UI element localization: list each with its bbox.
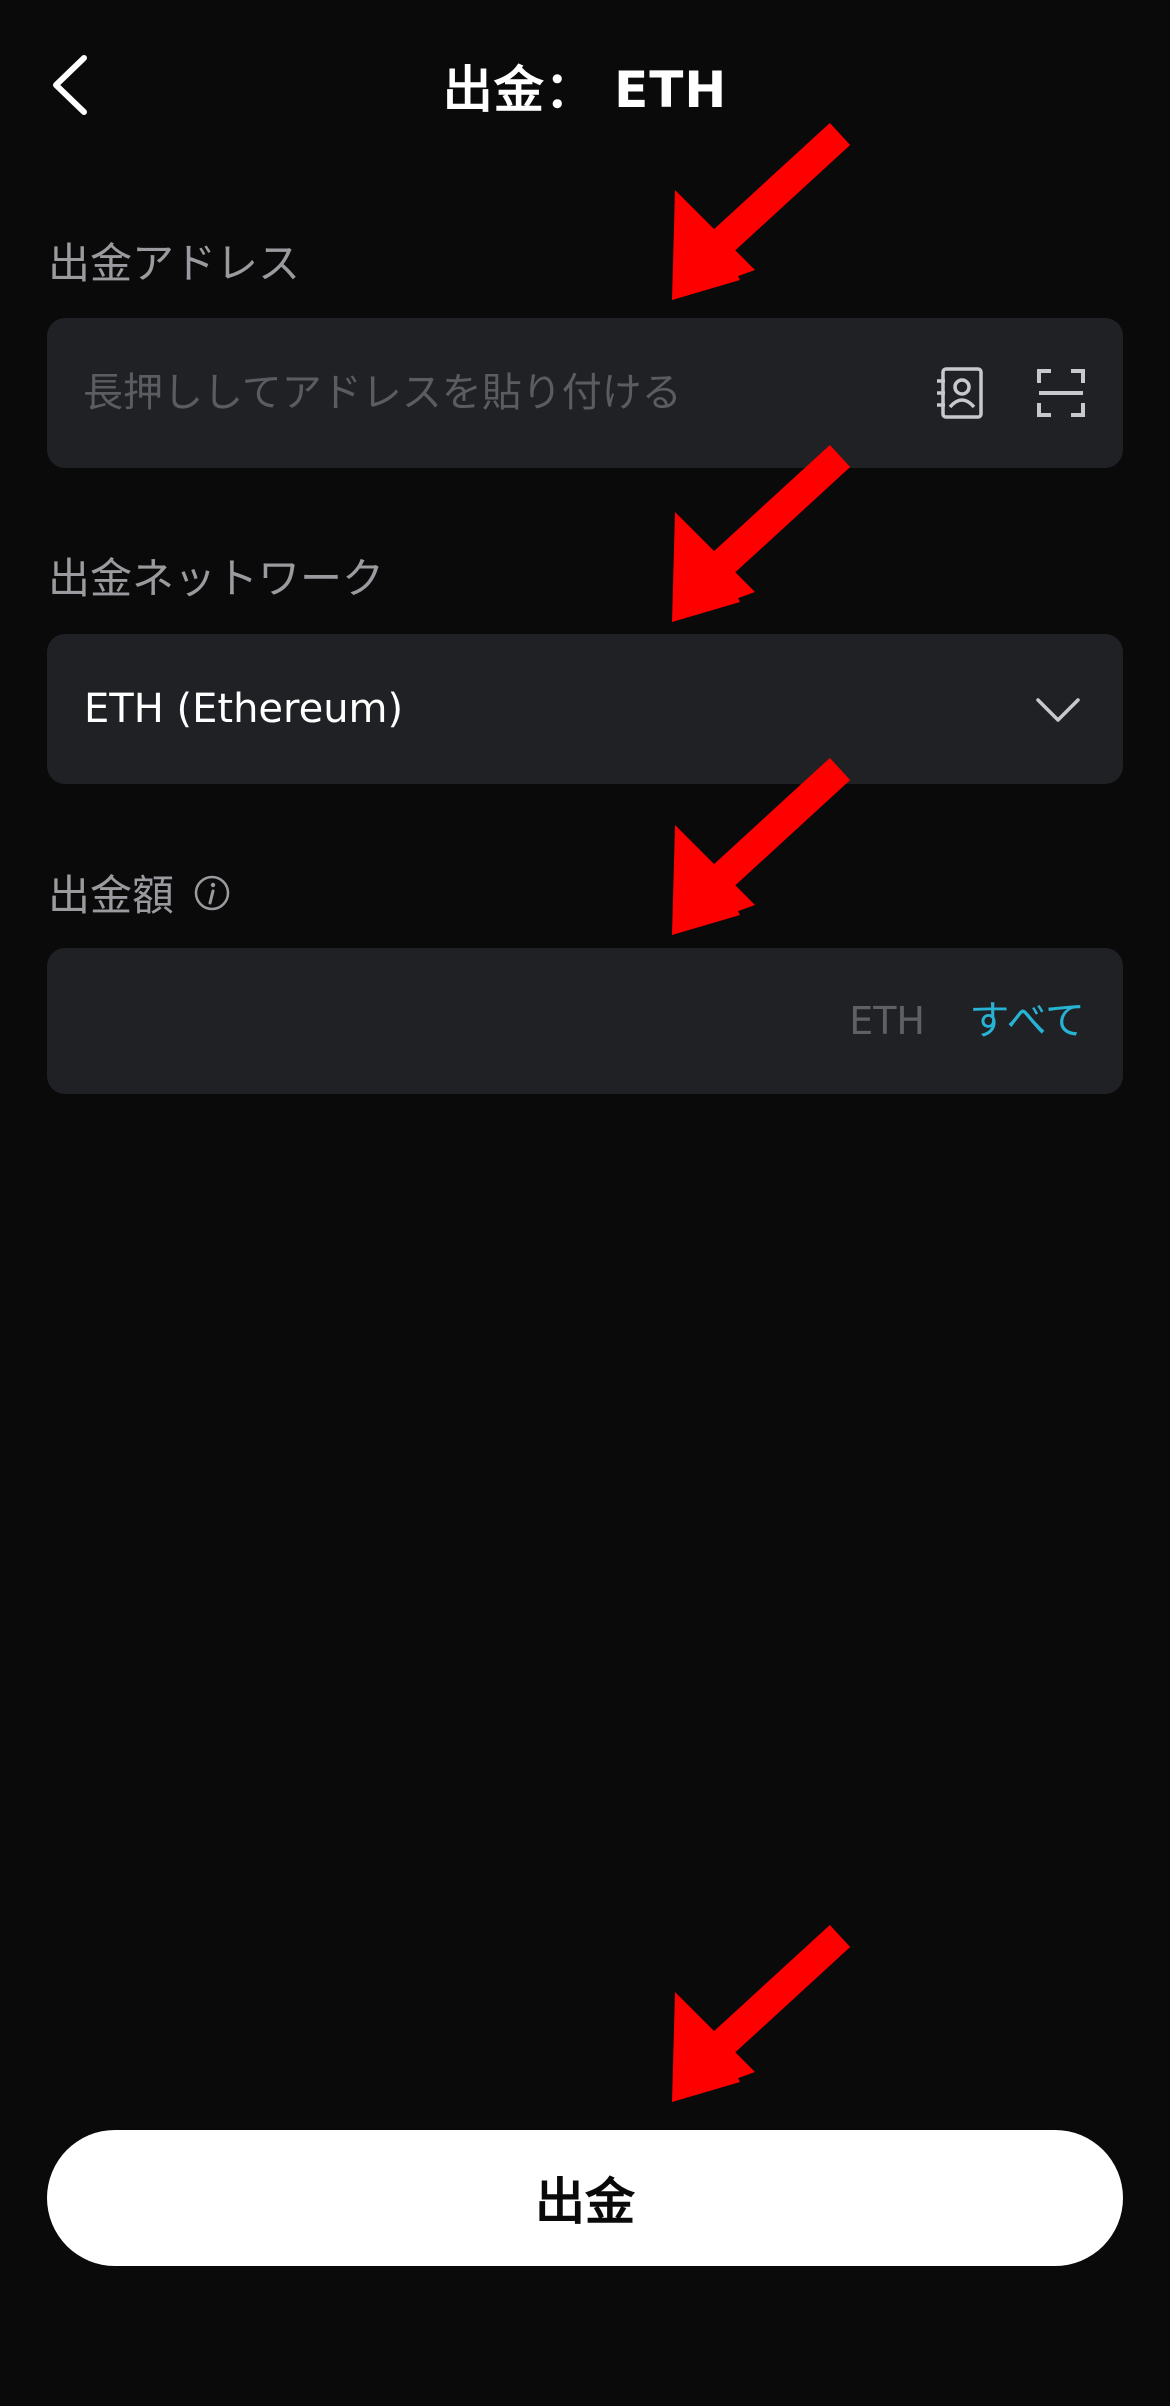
address-book-icon [937,367,983,419]
address-field[interactable] [47,318,1123,468]
network-select[interactable]: ETH (Ethereum) [47,634,1123,784]
amount-label: 出金額 [48,871,175,920]
amount-input[interactable] [83,948,843,1094]
withdraw-button[interactable]: 出金 [47,2130,1123,2266]
amount-label-row: 出金額 [48,862,232,923]
amount-unit: ETH [849,999,925,1043]
header: 出金： ETH [0,0,1170,170]
address-input[interactable] [83,318,903,468]
chevron-down-icon [1036,698,1080,722]
withdraw-all-button[interactable]: すべて [969,948,1085,1094]
scan-icon [1037,369,1085,417]
scan-button[interactable] [1031,363,1091,423]
address-label: 出金アドレス [48,239,301,288]
info-icon[interactable] [192,873,232,913]
address-book-button[interactable] [931,363,991,423]
red-arrow-icon [672,1924,851,2102]
amount-field[interactable]: ETH すべて [47,948,1123,1094]
network-label: 出金ネットワーク [48,554,385,603]
page-title: 出金： ETH [442,61,728,119]
network-selected-value: ETH (Ethereum) [84,686,404,732]
